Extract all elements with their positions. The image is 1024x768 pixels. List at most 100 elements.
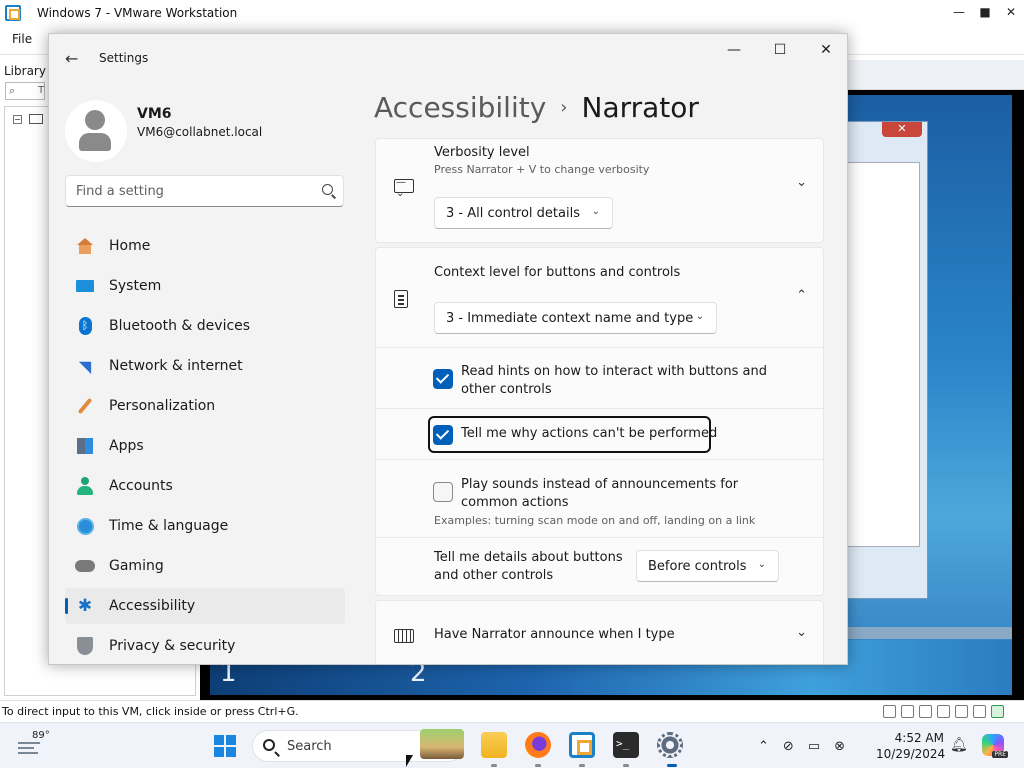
settings-gear-icon[interactable]: [657, 732, 683, 758]
read-hints-label: Read hints on how to interact with butto…: [461, 364, 767, 397]
system-tray: ⌃ ⊘ ▭ ⊗: [758, 723, 845, 768]
file-explorer-icon[interactable]: [481, 732, 507, 758]
win7-close-button[interactable]: ✕: [882, 122, 922, 137]
apps-icon: [75, 436, 95, 456]
nav-item-personalization[interactable]: Personalization: [65, 388, 345, 424]
firefox-icon[interactable]: [525, 732, 551, 758]
play-sounds-hint: Examples: turning scan mode on and off, …: [434, 514, 756, 527]
brush-icon: [75, 396, 95, 416]
volume-muted-icon[interactable]: ⊗: [834, 739, 845, 754]
bluetooth-icon: ᛒ: [75, 316, 95, 336]
search-icon: ⌕: [9, 84, 16, 97]
chevron-down-icon: ⌄: [695, 311, 704, 322]
computer-icon: [29, 114, 43, 124]
tell-why-checkbox[interactable]: [433, 425, 453, 445]
play-sounds-label: Play sounds instead of announcements for…: [461, 477, 739, 510]
weather-widget[interactable]: 89°: [18, 730, 50, 758]
usb-icon[interactable]: [955, 705, 968, 718]
tree-expand-icon[interactable]: −: [13, 115, 22, 124]
nav-item-privacy[interactable]: Privacy & security: [65, 628, 345, 664]
play-sounds-checkbox[interactable]: [433, 482, 453, 502]
nav-item-network[interactable]: ◥ Network & internet: [65, 348, 345, 384]
network-icon[interactable]: [937, 705, 950, 718]
nav-item-bluetooth[interactable]: ᛒ Bluetooth & devices: [65, 308, 345, 344]
settings-window: ← Settings — ☐ ✕ VM6 VM6@collabnet.local…: [48, 33, 848, 665]
chevron-down-icon: ⌄: [757, 559, 766, 570]
nav-item-accessibility[interactable]: ✱ Accessibility: [65, 588, 345, 624]
vmware-taskbar-icon[interactable]: [569, 732, 595, 758]
shield-icon: [75, 636, 95, 656]
person-icon: [75, 476, 95, 496]
play-sounds-row: Play sounds instead of announcements for…: [375, 460, 824, 538]
chevron-up-icon[interactable]: ⌃: [758, 739, 769, 754]
chevron-down-icon[interactable]: ⌄: [796, 175, 807, 190]
verbosity-dropdown[interactable]: 3 - All control details ⌄: [434, 197, 613, 229]
vmware-window-title: Windows 7 - VMware Workstation: [37, 5, 238, 20]
sound-icon[interactable]: [973, 705, 986, 718]
verbosity-card[interactable]: Verbosity level Press Narrator + V to ch…: [375, 138, 824, 243]
settings-maximize-button[interactable]: ☐: [757, 34, 803, 66]
clock[interactable]: 4:52 AM 10/29/2024: [876, 730, 945, 762]
cd-icon[interactable]: [901, 705, 914, 718]
context-title: Context level for buttons and controls: [434, 265, 681, 280]
nav-item-accounts[interactable]: Accounts: [65, 468, 345, 504]
page-title: Narrator: [581, 91, 699, 124]
weather-temp: 89°: [32, 730, 50, 741]
display-icon[interactable]: ▭: [808, 739, 820, 754]
message-icon[interactable]: [991, 705, 1004, 718]
details-row: Tell me details about buttons and other c…: [375, 538, 824, 596]
typing-card[interactable]: Have Narrator announce when I type ⌄: [375, 600, 824, 664]
win7-dialog: ✕: [848, 121, 928, 599]
keyboard-icon: [394, 629, 414, 643]
nav-item-time-language[interactable]: Time & language: [65, 508, 345, 544]
library-search-input[interactable]: ⌕ T: [5, 82, 45, 100]
vmware-minimize-button[interactable]: —: [946, 0, 972, 25]
gamepad-icon: [75, 556, 95, 576]
nav-item-gaming[interactable]: Gaming: [65, 548, 345, 584]
breadcrumb-parent[interactable]: Accessibility: [374, 91, 546, 124]
breadcrumb: Accessibility › Narrator: [374, 91, 699, 124]
settings-content: Verbosity level Press Narrator + V to ch…: [375, 138, 824, 664]
status-text: To direct input to this VM, click inside…: [2, 705, 299, 718]
details-label: Tell me details about buttons and other c…: [434, 550, 623, 583]
nav-item-home[interactable]: Home: [65, 228, 345, 264]
nav-item-system[interactable]: System: [65, 268, 345, 304]
details-dropdown[interactable]: Before controls ⌄: [636, 550, 779, 582]
vmware-maximize-button[interactable]: ■: [972, 0, 998, 25]
settings-close-button[interactable]: ✕: [803, 34, 847, 66]
tell-why-label: Tell me why actions can't be performed: [461, 426, 718, 441]
document-icon: [394, 290, 408, 308]
terminal-icon[interactable]: [613, 732, 639, 758]
library-label: Library: [4, 64, 46, 78]
search-icon: [322, 184, 333, 195]
vmware-close-button[interactable]: ✕: [998, 0, 1024, 25]
chevron-down-icon: ⌄: [591, 206, 600, 217]
network-off-icon[interactable]: ⊘: [783, 739, 794, 754]
vm-scrollbar: [848, 627, 1012, 639]
vmware-statusbar: To direct input to this VM, click inside…: [0, 700, 1024, 722]
floppy-icon[interactable]: [919, 705, 932, 718]
chevron-down-icon[interactable]: ⌄: [796, 625, 807, 640]
copilot-icon[interactable]: PRE: [982, 734, 1008, 758]
settings-minimize-button[interactable]: —: [711, 34, 757, 66]
context-dropdown[interactable]: 3 - Immediate context name and type ⌄: [434, 302, 717, 334]
read-hints-checkbox[interactable]: [433, 369, 453, 389]
user-email: VM6@collabnet.local: [137, 125, 263, 139]
search-highlight-castle-icon[interactable]: [420, 729, 464, 759]
search-icon: [263, 739, 275, 751]
vmware-logo-icon: [5, 4, 21, 21]
back-arrow-icon[interactable]: ←: [65, 49, 78, 68]
nav-item-apps[interactable]: Apps: [65, 428, 345, 464]
vmware-tabbar: [848, 60, 1024, 90]
tell-why-row: Tell me why actions can't be performed: [375, 409, 824, 460]
notification-bell-icon[interactable]: 🔔︎: [950, 737, 968, 753]
verbosity-icon: [394, 177, 414, 199]
context-card[interactable]: Context level for buttons and controls 3…: [375, 247, 824, 348]
disk-icon[interactable]: [883, 705, 896, 718]
menu-file[interactable]: File: [12, 32, 32, 46]
find-setting-input[interactable]: Find a setting: [65, 175, 344, 207]
mouse-cursor-icon: [406, 755, 413, 767]
clock-globe-icon: [75, 516, 95, 536]
start-button[interactable]: [214, 735, 236, 757]
chevron-up-icon[interactable]: ⌃: [796, 288, 807, 303]
